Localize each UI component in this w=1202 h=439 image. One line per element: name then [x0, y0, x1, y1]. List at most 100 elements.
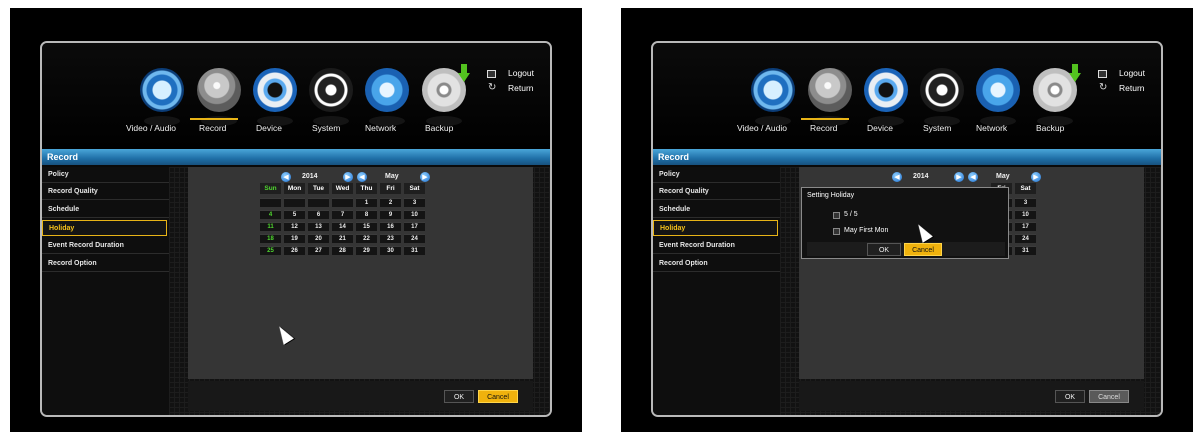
- month-prev-button[interactable]: ◀: [357, 172, 367, 182]
- tab-backup[interactable]: Backup: [1036, 123, 1064, 133]
- year-next-button[interactable]: ▶: [343, 172, 353, 182]
- weekday-header: Fri: [380, 183, 401, 194]
- calendar-day[interactable]: 5: [284, 210, 305, 219]
- return-icon[interactable]: ↻: [488, 83, 496, 93]
- calendar-day[interactable]: 1: [356, 198, 377, 207]
- logout-icon[interactable]: [1098, 70, 1107, 78]
- calendar-empty-cell: [308, 198, 329, 207]
- sidebar-item-policy[interactable]: Policy: [42, 167, 169, 183]
- calendar-day[interactable]: 20: [308, 234, 329, 243]
- calendar-day[interactable]: 24: [404, 234, 425, 243]
- return-icon[interactable]: ↻: [1099, 83, 1107, 93]
- calendar-day[interactable]: 12: [284, 222, 305, 231]
- calendar-day[interactable]: 22: [356, 234, 377, 243]
- system-icon[interactable]: [309, 68, 353, 126]
- calendar-day[interactable]: 17: [404, 222, 425, 231]
- calendar-day[interactable]: 28: [332, 246, 353, 255]
- sidebar-item-event-record-duration[interactable]: Event Record Duration: [42, 238, 169, 254]
- tab-device[interactable]: Device: [867, 123, 893, 133]
- calendar-day[interactable]: 15: [356, 222, 377, 231]
- calendar-day[interactable]: 18: [260, 234, 281, 243]
- logout-button[interactable]: Logout: [508, 68, 534, 78]
- network-icon[interactable]: [976, 68, 1020, 126]
- calendar-day[interactable]: 31: [404, 246, 425, 255]
- video-audio-icon[interactable]: [751, 68, 795, 126]
- dialog-cancel-button[interactable]: Cancel: [904, 243, 942, 256]
- month-next-button[interactable]: ▶: [1031, 172, 1041, 182]
- calendar-day[interactable]: 19: [284, 234, 305, 243]
- month-prev-button[interactable]: ◀: [968, 172, 978, 182]
- video-audio-icon[interactable]: [140, 68, 184, 126]
- holiday-checkbox-1[interactable]: [833, 212, 840, 219]
- tab-network[interactable]: Network: [365, 123, 396, 133]
- calendar-day[interactable]: 10: [404, 210, 425, 219]
- calendar-day[interactable]: 2: [380, 198, 401, 207]
- calendar-day[interactable]: 3: [1015, 198, 1036, 207]
- network-icon[interactable]: [365, 68, 409, 126]
- system-icon[interactable]: [920, 68, 964, 126]
- calendar-day[interactable]: 25: [260, 246, 281, 255]
- logout-button[interactable]: Logout: [1119, 68, 1145, 78]
- sidebar-item-record-quality[interactable]: Record Quality: [42, 184, 169, 200]
- calendar-day[interactable]: 29: [356, 246, 377, 255]
- cancel-button[interactable]: Cancel: [478, 390, 518, 403]
- calendar-day[interactable]: 16: [380, 222, 401, 231]
- sidebar-item-schedule[interactable]: Schedule: [42, 202, 169, 218]
- sidebar-item-policy[interactable]: Policy: [653, 167, 780, 183]
- holiday-checkbox-2[interactable]: [833, 228, 840, 235]
- calendar-day[interactable]: 23: [380, 234, 401, 243]
- year-next-button[interactable]: ▶: [954, 172, 964, 182]
- tab-device[interactable]: Device: [256, 123, 282, 133]
- calendar-day[interactable]: 17: [1015, 222, 1036, 231]
- year-prev-button[interactable]: ◀: [281, 172, 291, 182]
- dialog-title: Setting Holiday: [807, 192, 855, 199]
- device-icon[interactable]: [864, 68, 908, 126]
- ok-button[interactable]: OK: [1055, 390, 1085, 403]
- sidebar-item-record-option[interactable]: Record Option: [42, 256, 169, 272]
- calendar-day[interactable]: 21: [332, 234, 353, 243]
- tab-system[interactable]: System: [312, 123, 340, 133]
- weekday-header: Sat: [1015, 183, 1036, 194]
- tab-backup[interactable]: Backup: [425, 123, 453, 133]
- calendar-day[interactable]: 3: [404, 198, 425, 207]
- calendar-day[interactable]: 6: [308, 210, 329, 219]
- sidebar-item-record-quality[interactable]: Record Quality: [653, 184, 780, 200]
- sidebar-item-event-record-duration[interactable]: Event Record Duration: [653, 238, 780, 254]
- tab-network[interactable]: Network: [976, 123, 1007, 133]
- sidebar-item-record-option[interactable]: Record Option: [653, 256, 780, 272]
- calendar-day[interactable]: 31: [1015, 246, 1036, 255]
- device-icon[interactable]: [253, 68, 297, 126]
- record-icon[interactable]: [808, 68, 852, 126]
- tab-record[interactable]: Record: [810, 123, 837, 133]
- calendar-day[interactable]: 8: [356, 210, 377, 219]
- calendar-day[interactable]: 14: [332, 222, 353, 231]
- calendar-day[interactable]: 30: [380, 246, 401, 255]
- tab-record[interactable]: Record: [199, 123, 226, 133]
- dialog-ok-button[interactable]: OK: [867, 243, 901, 256]
- calendar-day[interactable]: 9: [380, 210, 401, 219]
- cancel-button[interactable]: Cancel: [1089, 390, 1129, 403]
- calendar-day[interactable]: 11: [260, 222, 281, 231]
- tab-video-audio[interactable]: Video / Audio: [126, 123, 176, 133]
- tab-system[interactable]: System: [923, 123, 951, 133]
- sidebar-item-holiday[interactable]: Holiday: [42, 220, 167, 236]
- calendar-day[interactable]: 26: [284, 246, 305, 255]
- return-button[interactable]: Return: [508, 83, 534, 93]
- sidebar-item-holiday[interactable]: Holiday: [653, 220, 778, 236]
- calendar-day[interactable]: 4: [260, 210, 281, 219]
- backup-icon[interactable]: [1033, 68, 1077, 126]
- ok-button[interactable]: OK: [444, 390, 474, 403]
- backup-icon[interactable]: [422, 68, 466, 126]
- calendar-day[interactable]: 10: [1015, 210, 1036, 219]
- calendar-day[interactable]: 24: [1015, 234, 1036, 243]
- month-next-button[interactable]: ▶: [420, 172, 430, 182]
- year-prev-button[interactable]: ◀: [892, 172, 902, 182]
- record-icon[interactable]: [197, 68, 241, 126]
- calendar-day[interactable]: 13: [308, 222, 329, 231]
- return-button[interactable]: Return: [1119, 83, 1145, 93]
- sidebar-item-schedule[interactable]: Schedule: [653, 202, 780, 218]
- calendar-day[interactable]: 7: [332, 210, 353, 219]
- logout-icon[interactable]: [487, 70, 496, 78]
- tab-video-audio[interactable]: Video / Audio: [737, 123, 787, 133]
- calendar-day[interactable]: 27: [308, 246, 329, 255]
